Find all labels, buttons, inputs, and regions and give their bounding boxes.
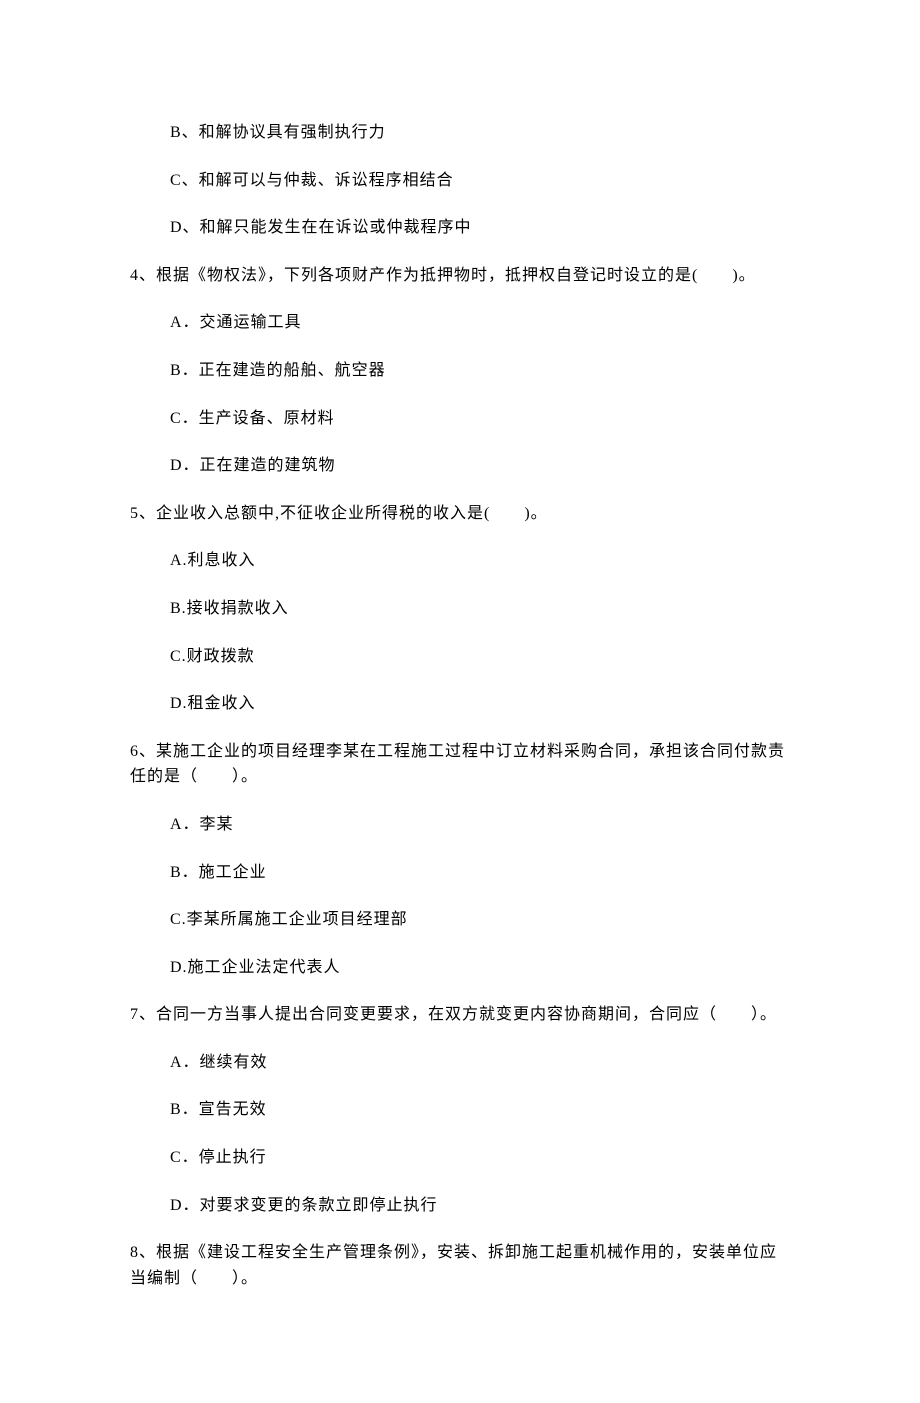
option-item: C、和解可以与仲裁、诉讼程序相结合 bbox=[170, 168, 790, 194]
option-item: A．继续有效 bbox=[170, 1050, 790, 1076]
option-item: B.接收捐款收入 bbox=[170, 596, 790, 622]
question-stem: 6、某施工企业的项目经理李某在工程施工过程中订立材料采购合同，承担该合同付款责任… bbox=[130, 739, 790, 790]
option-item: B、和解协议具有强制执行力 bbox=[170, 120, 790, 146]
option-item: A.利息收入 bbox=[170, 548, 790, 574]
option-item: C．停止执行 bbox=[170, 1145, 790, 1171]
question-stem: 8、根据《建设工程安全生产管理条例》，安装、拆卸施工起重机械作用的，安装单位应当… bbox=[130, 1240, 790, 1291]
option-item: C．生产设备、原材料 bbox=[170, 406, 790, 432]
option-item: B．正在建造的船舶、航空器 bbox=[170, 358, 790, 384]
option-item: D、和解只能发生在在诉讼或仲裁程序中 bbox=[170, 215, 790, 241]
option-item: D.施工企业法定代表人 bbox=[170, 955, 790, 981]
option-item: D．正在建造的建筑物 bbox=[170, 453, 790, 479]
option-item: B．宣告无效 bbox=[170, 1097, 790, 1123]
question-stem: 5、企业收入总额中,不征收企业所得税的收入是( )。 bbox=[130, 501, 790, 527]
option-item: A．交通运输工具 bbox=[170, 310, 790, 336]
option-item: C.财政拨款 bbox=[170, 644, 790, 670]
option-item: C.李某所属施工企业项目经理部 bbox=[170, 907, 790, 933]
option-item: D．对要求变更的条款立即停止执行 bbox=[170, 1193, 790, 1219]
option-item: D.租金收入 bbox=[170, 691, 790, 717]
option-item: A．李某 bbox=[170, 812, 790, 838]
question-stem: 4、根据《物权法》，下列各项财产作为抵押物时，抵押权自登记时设立的是( )。 bbox=[130, 263, 790, 289]
document-page: B、和解协议具有强制执行力 C、和解可以与仲裁、诉讼程序相结合 D、和解只能发生… bbox=[130, 120, 790, 1291]
option-item: B．施工企业 bbox=[170, 860, 790, 886]
question-stem: 7、合同一方当事人提出合同变更要求，在双方就变更内容协商期间，合同应（ ）。 bbox=[130, 1002, 790, 1028]
